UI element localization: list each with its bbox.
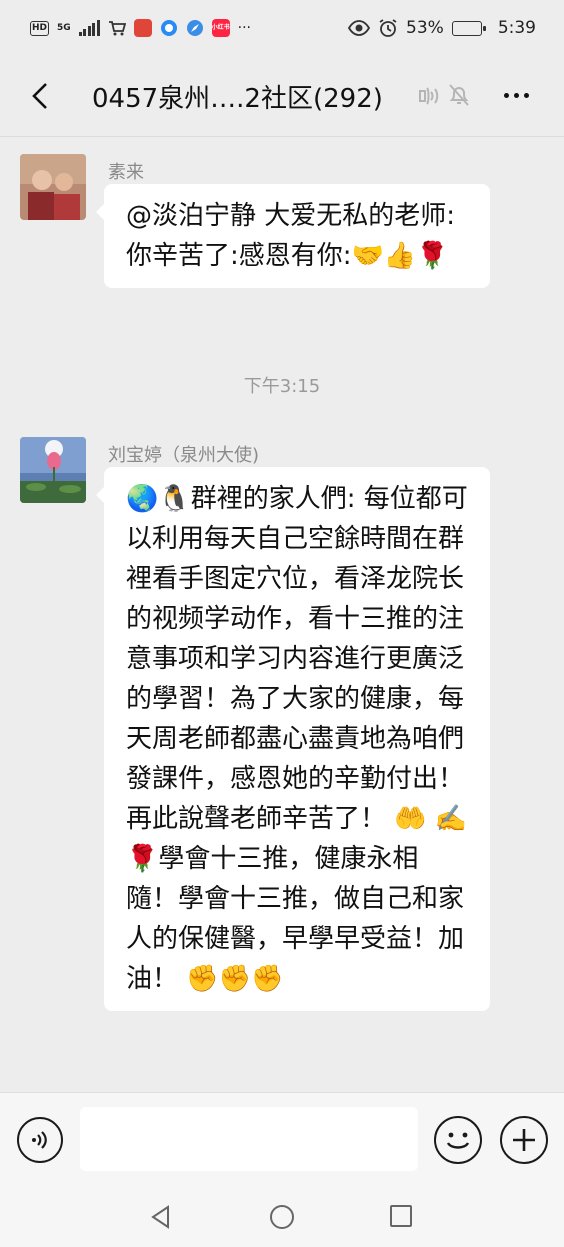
message-timestamp: 下午3:15 bbox=[243, 376, 321, 397]
more-options-button[interactable] bbox=[496, 82, 536, 108]
clock: 5:39 bbox=[497, 18, 536, 38]
header-divider bbox=[0, 136, 564, 137]
alarm-icon bbox=[379, 19, 397, 37]
more-dot bbox=[503, 92, 509, 98]
message-input[interactable] bbox=[80, 1107, 418, 1171]
xiaohongshu-icon: 小红书 bbox=[211, 19, 230, 37]
eye-icon bbox=[348, 20, 371, 36]
hd-icon: HD bbox=[30, 20, 49, 36]
more-dot bbox=[513, 92, 519, 98]
voice-wave-icon bbox=[32, 1131, 47, 1149]
message-bubble[interactable]: 🌏🐧群裡的家人們: 每位都可以利用每天自己空餘時間在群裡看手图定穴位，看泽龙院长… bbox=[96, 467, 490, 1011]
avatar[interactable] bbox=[20, 154, 86, 220]
chevron-left-icon bbox=[32, 83, 47, 109]
smiley-icon bbox=[446, 1132, 470, 1149]
more-notifications: ··· bbox=[237, 20, 252, 36]
cart-icon bbox=[108, 21, 126, 36]
status-left: HD 5G 小红书 ··· bbox=[30, 19, 251, 37]
chat-header: 0457泉州….2社区(292) bbox=[0, 56, 564, 136]
sender-name: 素来 bbox=[108, 162, 144, 183]
voice-call-icon[interactable] bbox=[416, 83, 442, 109]
back-button[interactable] bbox=[22, 78, 58, 114]
network-type: 5G bbox=[57, 22, 71, 33]
plus-icon bbox=[513, 1129, 535, 1151]
browser-icon bbox=[160, 20, 177, 36]
more-dot bbox=[523, 92, 529, 98]
voice-input-button[interactable] bbox=[17, 1117, 63, 1163]
message-bubble[interactable]: @淡泊宁静 大爱无私的老师:你辛苦了:感恩有你:🤝👍🌹 bbox=[96, 184, 490, 288]
battery-icon bbox=[451, 20, 486, 36]
nav-home-icon[interactable] bbox=[270, 1205, 294, 1229]
nav-recent-apps-icon[interactable] bbox=[390, 1205, 412, 1227]
status-bar: HD 5G 小红书 ··· 53% 5:39 bbox=[0, 0, 564, 56]
input-bar bbox=[0, 1092, 564, 1188]
nav-back-icon[interactable] bbox=[148, 1204, 174, 1230]
sender-name: 刘宝婷（泉州大使) bbox=[108, 445, 260, 466]
system-nav-bar bbox=[0, 1188, 564, 1247]
signal-icon bbox=[78, 20, 100, 36]
status-right: 53% 5:39 bbox=[348, 18, 536, 38]
chat-title: 0457泉州….2社区(292) bbox=[92, 84, 383, 114]
battery-percent: 53% bbox=[406, 18, 444, 38]
book-icon bbox=[133, 19, 152, 37]
compass-icon bbox=[186, 20, 203, 36]
mute-bell-icon[interactable] bbox=[446, 82, 472, 108]
avatar-lotus-icon bbox=[20, 437, 86, 503]
avatar-photo-icon bbox=[20, 154, 86, 220]
avatar[interactable] bbox=[20, 437, 86, 503]
more-actions-button[interactable] bbox=[500, 1116, 548, 1164]
emoji-button[interactable] bbox=[434, 1116, 482, 1164]
